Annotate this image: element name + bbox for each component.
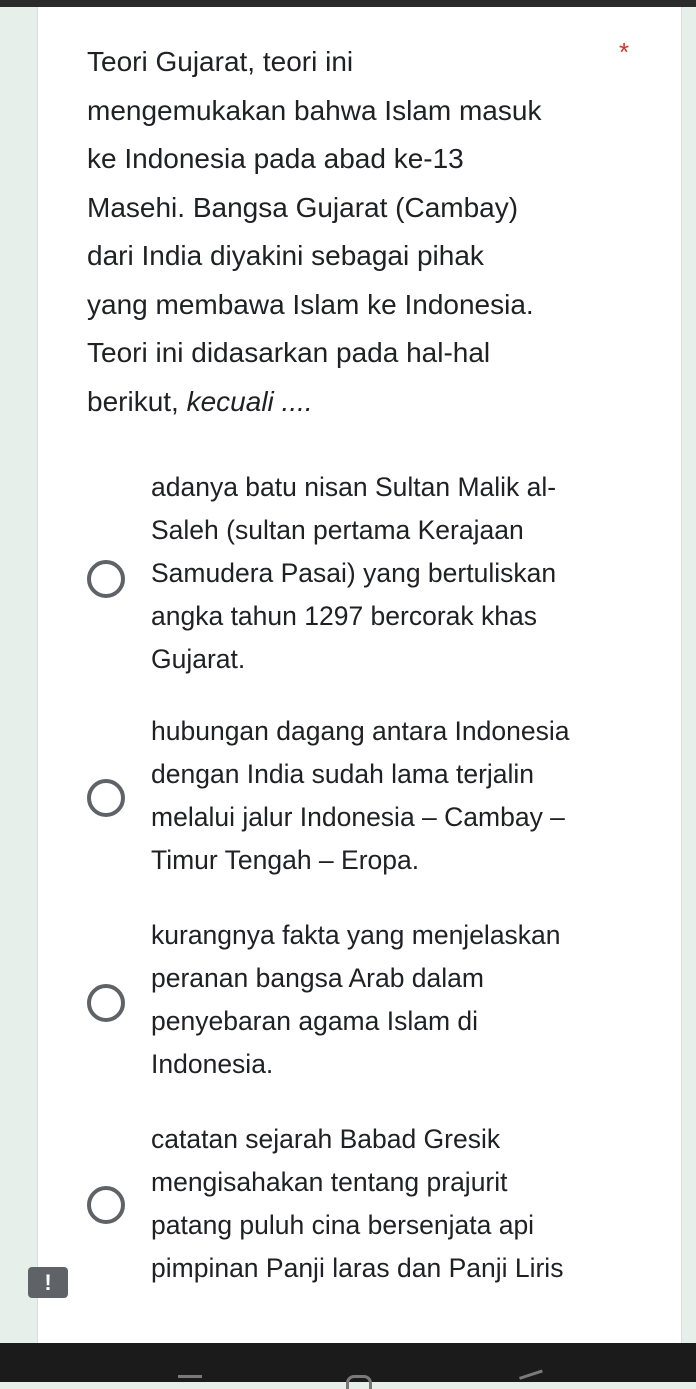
radio-unchecked-icon[interactable] (87, 560, 125, 598)
home-icon[interactable] (346, 1375, 372, 1389)
back-icon[interactable] (519, 1369, 545, 1387)
question-text: Teori Gujarat, teori ini mengemukakan ba… (87, 38, 617, 426)
radio-unchecked-icon[interactable] (87, 984, 125, 1022)
option-label[interactable]: catatan sejarah Babad Gresik mengisahaka… (151, 1118, 621, 1290)
radio-unchecked-icon[interactable] (87, 779, 125, 817)
question-card: Teori Gujarat, teori ini mengemukakan ba… (37, 7, 682, 1343)
radio-unchecked-icon[interactable] (87, 1186, 125, 1224)
option-label[interactable]: hubungan dagang antara Indonesia dengan … (151, 710, 621, 882)
option-label[interactable]: kurangnya fakta yang menjelaskan peranan… (151, 914, 621, 1086)
question-body: Teori Gujarat, teori ini mengemukakan ba… (87, 46, 542, 417)
error-badge-icon[interactable]: ! (28, 1267, 68, 1298)
option-label[interactable]: adanya batu nisan Sultan Malik al- Saleh… (151, 466, 621, 681)
question-emphasis: kecuali .... (186, 385, 313, 417)
status-bar-edge (0, 0, 696, 7)
required-asterisk: * (619, 37, 630, 67)
recent-apps-icon[interactable] (178, 1375, 202, 1378)
navigation-bar (0, 1343, 696, 1389)
